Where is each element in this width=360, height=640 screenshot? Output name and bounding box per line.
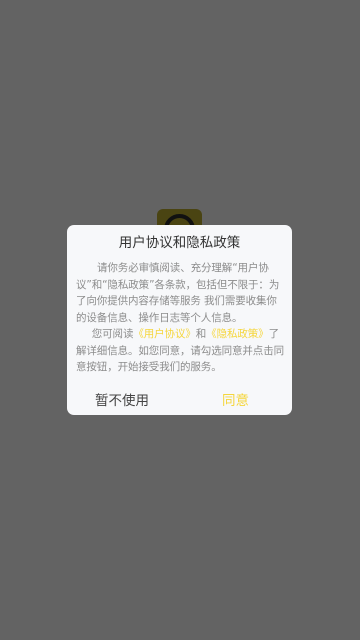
- decline-button[interactable]: 暂不使用: [95, 390, 149, 412]
- user-agreement-link[interactable]: 《用户协议》: [133, 328, 196, 340]
- dialog-paragraph-2: 您可阅读《用户协议》和《隐私政策》了解详细信息。如您同意，请勾选同意并点击同意按…: [76, 326, 286, 376]
- agree-button[interactable]: 同意: [222, 390, 249, 412]
- dialog-title: 用户协议和隐私政策: [118, 235, 241, 251]
- dialog-paragraph-1: 请你务必审慎阅读、充分理解“用户协议”和“隐私政策”各条款，包括但不限于：为了向…: [76, 262, 280, 324]
- privacy-dialog: 用户协议和隐私政策 请你务必审慎阅读、充分理解“用户协议”和“隐私政策”各条款，…: [67, 225, 292, 415]
- privacy-policy-link[interactable]: 《隐私政策》: [206, 328, 269, 340]
- paragraph2-and: 和: [195, 328, 207, 340]
- paragraph2-prefix: 您可阅读: [91, 328, 134, 340]
- dialog-body: 请你务必审慎阅读、充分理解“用户协议”和“隐私政策”各条款，包括但不限于：为了向…: [76, 260, 286, 376]
- screen: 用户协议和隐私政策 请你务必审慎阅读、充分理解“用户协议”和“隐私政策”各条款，…: [0, 0, 360, 640]
